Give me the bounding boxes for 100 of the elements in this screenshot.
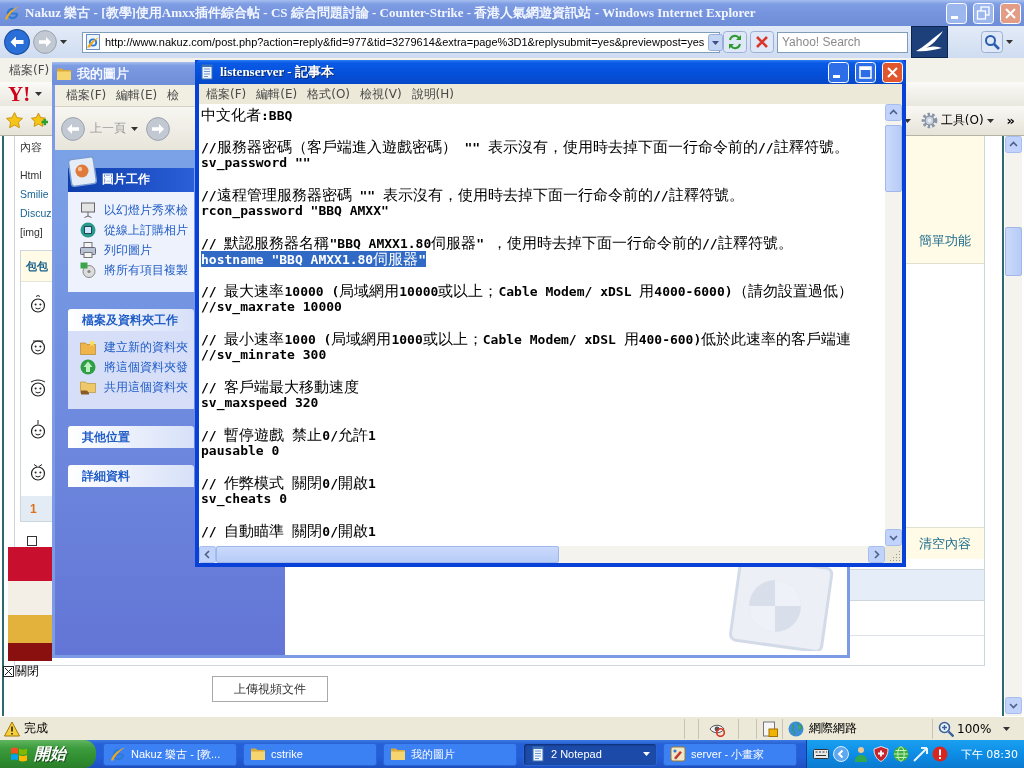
arrow-icon[interactable] <box>913 746 928 762</box>
more-button[interactable]: » <box>1003 113 1018 128</box>
advertisement-image[interactable] <box>8 547 52 661</box>
toolbar-logo[interactable]: Y! <box>8 83 31 105</box>
scroll-up-button[interactable] <box>885 104 902 121</box>
stop-button[interactable] <box>750 31 774 53</box>
text-area[interactable] <box>199 104 885 546</box>
vertical-scrollbar[interactable] <box>885 104 902 546</box>
keyboard-icon[interactable] <box>813 746 829 762</box>
zoom-button[interactable]: 100% <box>938 720 992 737</box>
task-link[interactable]: 將這個資料夾發 <box>80 357 188 377</box>
menu-item[interactable]: 編輯(E) <box>251 84 303 104</box>
person-icon[interactable] <box>853 746 869 762</box>
smiley-icon[interactable] <box>28 419 48 439</box>
task-link[interactable]: 以幻燈片秀來檢 <box>80 200 188 220</box>
task-link[interactable]: 列印圖片 <box>80 240 152 260</box>
text-line: // 自動瞄準 關閉0/開啟1 <box>201 523 376 539</box>
taskbar-button[interactable]: cstrike <box>243 742 377 766</box>
editor-option-link[interactable]: 清空內容 <box>918 534 971 553</box>
panel-header[interactable]: 圖片工作 <box>68 158 194 192</box>
menu-item[interactable]: 檔案(F) <box>201 84 252 104</box>
task-link[interactable]: 從線上訂購相片 <box>80 220 188 240</box>
close-button[interactable] <box>1000 2 1021 24</box>
scroll-left-button[interactable] <box>199 546 216 563</box>
menu-item[interactable]: 檢 <box>162 86 185 105</box>
task-link[interactable]: 共用這個資料夾 <box>80 377 188 397</box>
caret-icon[interactable] <box>903 118 911 123</box>
show-hidden-icons-button[interactable] <box>833 746 849 762</box>
text-line: // 最小速率1000 (局域網用1000或以上；Cable Modem/ xDSL 用400-600)低於此速率的客戶端連 <box>201 331 852 347</box>
browser-icon <box>4 5 20 21</box>
scrollbar-thumb[interactable] <box>885 125 902 192</box>
scrollbar-thumb[interactable] <box>216 546 559 563</box>
menu-item[interactable]: 檔案(F) <box>61 86 112 105</box>
notepad-icon <box>199 64 215 80</box>
form-link[interactable]: Discuz <box>20 204 52 223</box>
recent-pages-button[interactable] <box>60 40 67 44</box>
caret-icon[interactable] <box>35 92 43 96</box>
page-icon[interactable] <box>762 720 778 737</box>
back-button[interactable] <box>4 29 30 55</box>
text-line: sv_maxspeed 320 <box>201 395 319 411</box>
search-options-button[interactable] <box>1006 40 1013 44</box>
editor-option-link[interactable]: 簡單功能 <box>918 232 971 250</box>
taskbar-button[interactable]: server - 小畫家 <box>663 742 797 766</box>
task-link[interactable]: 建立新的資料夾 <box>80 337 188 357</box>
smiley-icon[interactable] <box>28 377 48 397</box>
smiley-icon[interactable] <box>28 461 48 481</box>
notepad-icon <box>530 746 546 762</box>
horizontal-scrollbar[interactable] <box>199 546 885 563</box>
scroll-down-button[interactable] <box>1005 697 1022 714</box>
close-ad-link[interactable]: 關閉 <box>3 663 39 680</box>
search-button[interactable] <box>981 31 1003 53</box>
text-line: pausable 0 <box>201 443 280 459</box>
shield-icon[interactable] <box>873 746 889 762</box>
vertical-scrollbar[interactable] <box>1005 136 1022 716</box>
minimize-button[interactable] <box>946 2 967 24</box>
globe-icon[interactable] <box>893 746 909 762</box>
maximize-button[interactable] <box>855 61 876 83</box>
text-line: //服務器密碼（客戶端進入遊戲密碼） "" 表示沒有，使用時去掉下面一行命令前的//註釋符號。 <box>201 139 849 155</box>
gear-icon <box>920 112 938 129</box>
close-button[interactable] <box>882 61 903 83</box>
panel-header[interactable]: 其他位置 <box>68 426 194 448</box>
start-button[interactable]: 開始 <box>0 740 96 768</box>
magnifier-icon <box>938 720 954 737</box>
menu-item[interactable]: 編輯(E) <box>111 86 163 105</box>
dropdown-button[interactable] <box>708 33 724 51</box>
panel-header[interactable]: 詳細資料 <box>68 465 194 487</box>
add-favorite-icon[interactable] <box>31 112 48 129</box>
smiley-icon[interactable] <box>28 293 48 313</box>
clock[interactable]: 下午 08:30 <box>960 746 1018 762</box>
caret-icon[interactable] <box>1003 726 1011 731</box>
new-folder-icon <box>80 339 96 355</box>
alert-icon[interactable] <box>932 746 948 762</box>
checkbox[interactable] <box>27 536 37 546</box>
scroll-down-button[interactable] <box>885 529 902 546</box>
warning-icon[interactable] <box>4 720 20 737</box>
search-field[interactable]: Yahoo! Search <box>777 31 908 53</box>
menu-item[interactable]: 檔案(F) <box>4 60 55 80</box>
security-zone-text: 網際網路 <box>809 720 857 737</box>
menu-item[interactable]: 格式(O) <box>302 84 356 104</box>
menu-item[interactable]: 說明(H) <box>406 84 459 104</box>
text-line: // 暫停遊戲 禁止0/允許1 <box>201 427 376 443</box>
taskbar-button[interactable]: 我的圖片 <box>383 742 517 766</box>
taskbar-button[interactable]: 2 Notepad <box>523 742 657 766</box>
menu-item[interactable]: 檢視(V) <box>355 84 407 104</box>
bird-icon[interactable] <box>911 26 948 58</box>
scroll-up-button[interactable] <box>1005 136 1022 153</box>
text-line: // 默認服務器名稱"BBQ AMXX1.80伺服器" ，使用時去掉下面一行命令前的//註釋符號。 <box>201 235 793 251</box>
minimize-button[interactable] <box>828 61 849 83</box>
form-link[interactable]: Smilie <box>20 185 49 204</box>
address-field[interactable]: http://www.nakuz.com/post.php?action=reply&fid=977&tid=3279614&extra=page%3D1&replysubmit=yes&previewpost=yes <box>82 31 720 53</box>
favorites-star-icon[interactable] <box>6 112 23 129</box>
slideshow-icon <box>80 202 96 218</box>
scrollbar-thumb[interactable] <box>1005 227 1022 276</box>
scroll-right-button[interactable] <box>868 546 885 563</box>
tools-button[interactable]: 工具(O) <box>918 110 996 131</box>
task-link[interactable]: 將所有項目複製 <box>80 260 188 280</box>
panel-header[interactable]: 檔案及資料夾工作 <box>68 309 194 331</box>
upload-button[interactable]: 上傳視頻文件 <box>212 676 328 702</box>
restore-button[interactable] <box>973 2 994 24</box>
taskbar-button[interactable]: Nakuz 樂古 - [教... <box>103 742 237 766</box>
